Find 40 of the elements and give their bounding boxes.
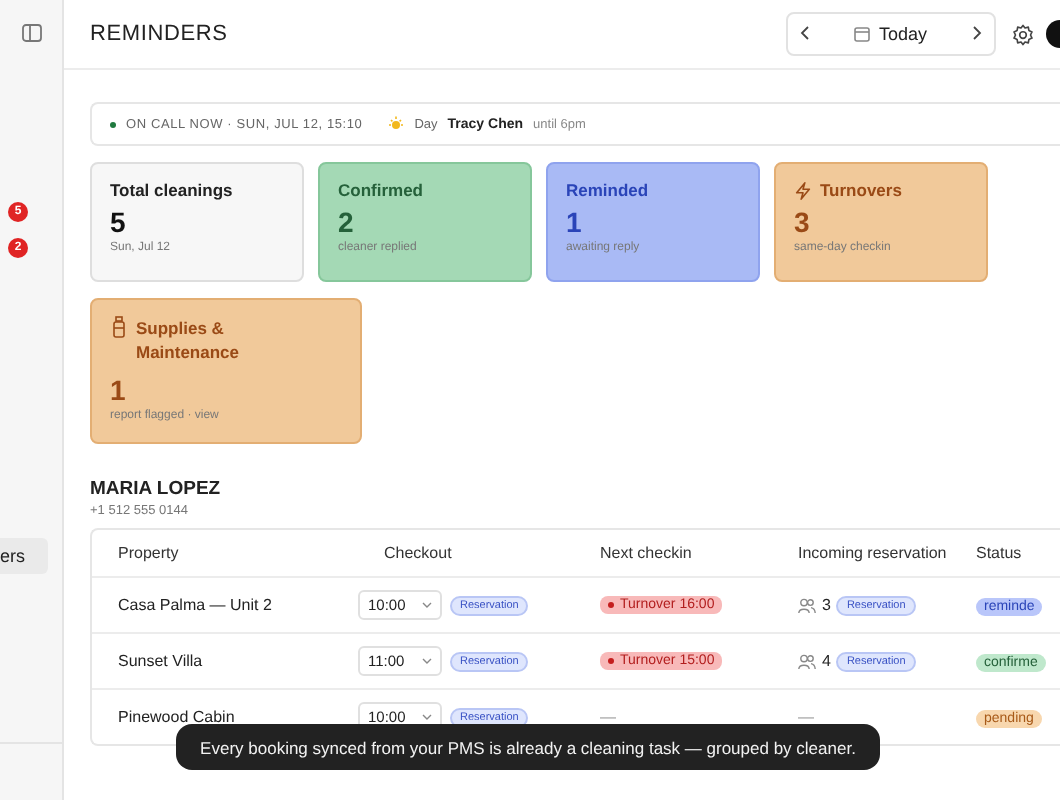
tooltip: Every booking synced from your PMS is already a cleaning task — grouped by cleaner. [176, 724, 880, 770]
card-value: 5 [110, 206, 128, 238]
card-value: 3 [794, 206, 812, 238]
guest-count: 3 [822, 596, 831, 614]
people-icon [798, 597, 816, 613]
chevron-down-icon [422, 658, 432, 664]
sidebar-toggle-icon[interactable] [21, 24, 41, 42]
property-cell-text: Sunset Villa [116, 652, 205, 670]
next-day-button[interactable] [972, 23, 982, 45]
card-value: 1 [110, 373, 128, 406]
card-title: Turnovers [820, 180, 902, 200]
column-header: Status [976, 544, 1024, 562]
column-header: Property [116, 544, 181, 562]
settings-icon[interactable] [1012, 23, 1034, 45]
empty-cell-text: — [598, 708, 618, 726]
chevron-down-icon [422, 714, 432, 720]
card-value: 1 [566, 206, 584, 238]
column-header: Incoming reservation [796, 544, 949, 562]
column-header: Checkout [382, 544, 454, 562]
property-cell-text: Pinewood Cabin [116, 708, 237, 726]
card-title: Confirmed [338, 180, 423, 200]
lightning-icon [794, 181, 812, 199]
chevron-down-icon [422, 602, 432, 608]
calendar-icon [854, 26, 871, 42]
card-title: Total cleanings [110, 180, 233, 200]
card-title: Supplies & Maintenance [136, 316, 241, 366]
column-header: Next checkin [598, 544, 694, 562]
property-cell-text: Casa Palma — Unit 2 [116, 596, 274, 614]
sun-icon [388, 116, 405, 132]
guest-count: 4 [822, 652, 831, 670]
previous-day-button[interactable] [800, 23, 810, 45]
cleaner-name: MARIA LOPEZ [90, 478, 223, 500]
page-title: REMINDERS [90, 22, 230, 46]
card-title: Reminded [566, 180, 649, 200]
sidebar-item[interactable]: ers [0, 538, 48, 574]
people-icon [798, 653, 816, 669]
empty-cell-text: — [796, 708, 816, 726]
card-value: 2 [338, 206, 356, 238]
bottle-icon [110, 316, 128, 338]
date-label[interactable]: Today [878, 24, 928, 44]
